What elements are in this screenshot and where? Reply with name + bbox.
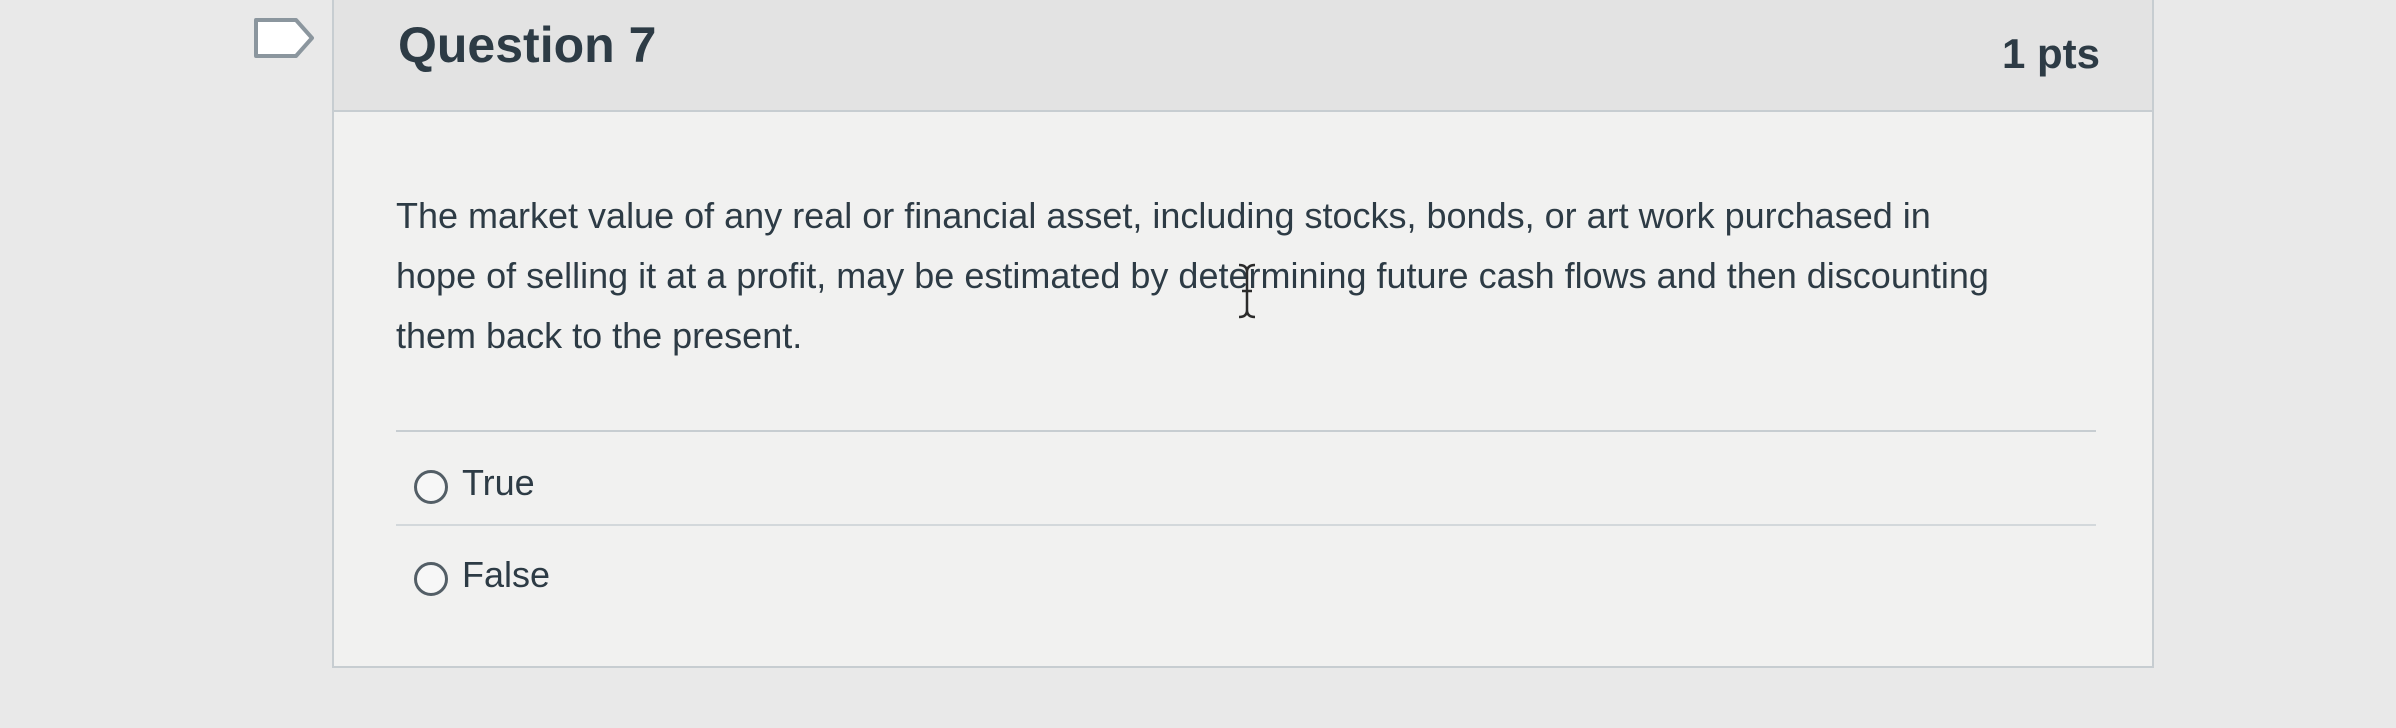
question-card: Question 7 1 pts The market value of any… xyxy=(332,0,2154,668)
question-points: 1 pts xyxy=(2001,30,2100,77)
answer-option-true[interactable]: True xyxy=(396,440,2096,530)
flag-question-icon[interactable] xyxy=(252,16,316,60)
question-text: The market value of any real or financia… xyxy=(396,195,1989,356)
radio-button-false[interactable] xyxy=(414,562,448,596)
answers-divider xyxy=(396,430,2096,432)
question-header: Question 7 1 pts xyxy=(334,0,2152,112)
text-cursor-icon xyxy=(1238,263,1256,319)
radio-button-true[interactable] xyxy=(414,470,448,504)
answer-label-true[interactable]: True xyxy=(462,462,535,504)
question-title: Question 7 xyxy=(398,17,657,73)
answer-option-false[interactable]: False xyxy=(396,532,2096,622)
answer-divider xyxy=(396,524,2096,526)
answer-label-false[interactable]: False xyxy=(462,554,550,596)
